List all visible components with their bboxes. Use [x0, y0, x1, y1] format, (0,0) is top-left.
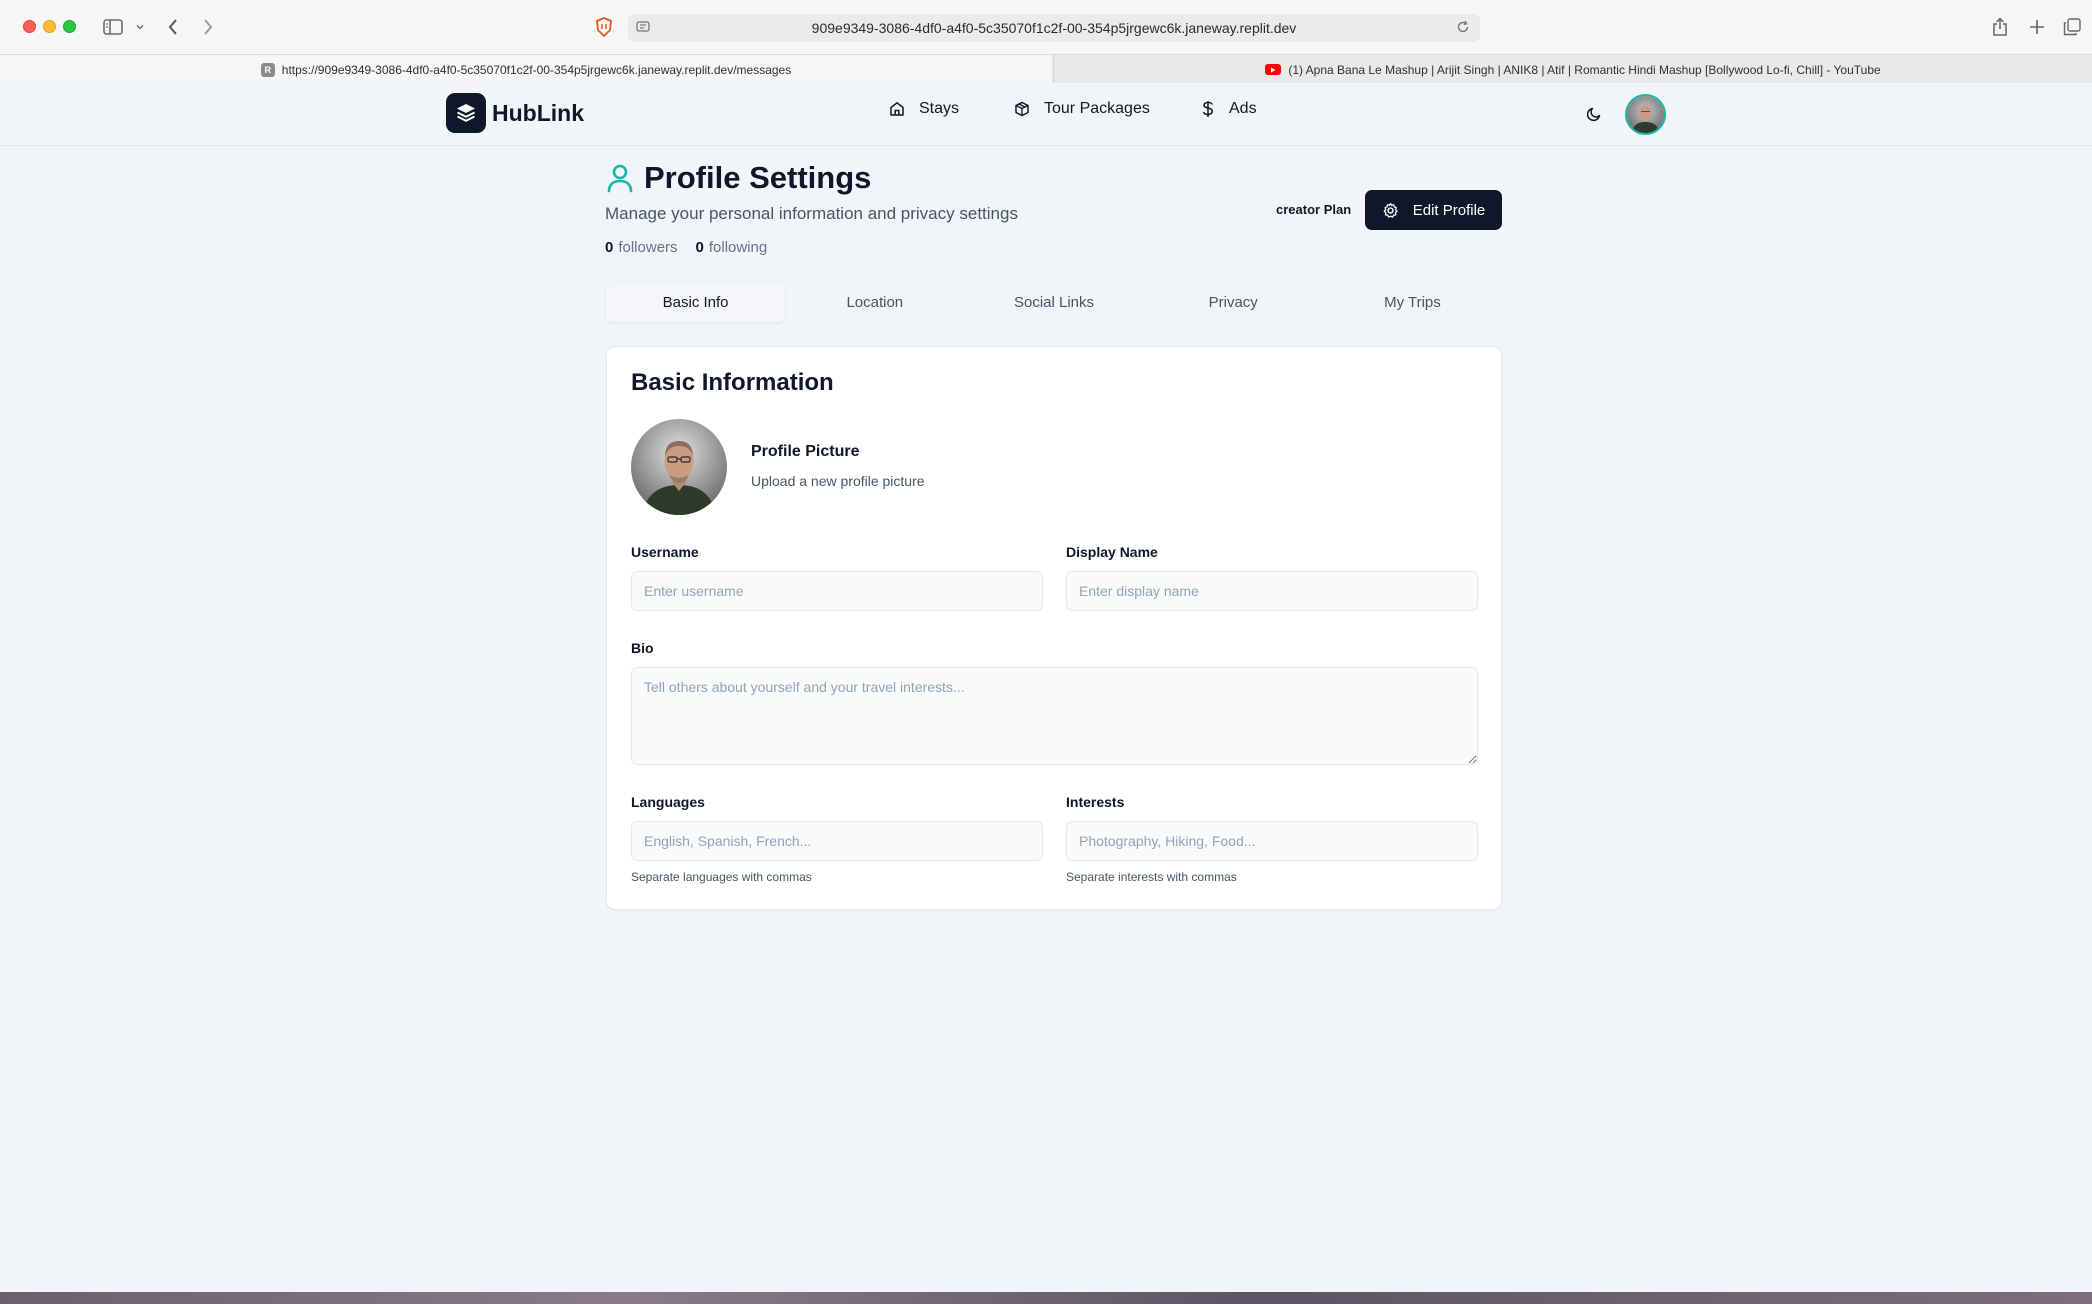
tab-label: (1) Apna Bana Le Mashup | Arijit Singh |… — [1288, 62, 1881, 77]
site-settings-icon[interactable] — [636, 20, 652, 37]
profile-picture[interactable] — [631, 419, 727, 515]
youtube-icon — [1265, 64, 1282, 75]
tab-privacy[interactable]: Privacy — [1144, 282, 1323, 322]
edit-profile-button[interactable]: Edit Profile — [1365, 190, 1502, 230]
profile-picture-subtitle: Upload a new profile picture — [751, 473, 925, 489]
replit-favicon: R — [260, 62, 275, 77]
package-icon — [1015, 101, 1029, 117]
minimize-window-button[interactable] — [43, 20, 56, 33]
browser-tab-strip: R https://909e9349-3086-4df0-a4f0-5c3507… — [0, 54, 2092, 84]
followers-label: followers — [618, 239, 678, 256]
theme-toggle-button[interactable] — [1582, 102, 1606, 126]
tab-location[interactable]: Location — [785, 282, 964, 322]
share-icon[interactable] — [1989, 14, 2011, 40]
nav-stays[interactable]: Stays — [889, 100, 959, 118]
maximize-window-button[interactable] — [63, 20, 76, 33]
layers-icon — [446, 93, 486, 133]
nav-label: Tour Packages — [1044, 100, 1150, 117]
languages-hint: Separate languages with commas — [631, 870, 812, 884]
interests-label: Interests — [1066, 794, 1125, 810]
address-bar[interactable]: 909e9349-3086-4df0-a4f0-5c35070f1c2f-00-… — [628, 14, 1480, 42]
brave-shield-icon[interactable] — [592, 14, 616, 40]
plan-badge: creator Plan — [1276, 202, 1352, 217]
dollar-icon — [1203, 101, 1213, 117]
tab-basic-info[interactable]: Basic Info — [606, 282, 786, 322]
interests-hint: Separate interests with commas — [1066, 870, 1237, 884]
page-subtitle: Manage your personal information and pri… — [605, 204, 1018, 223]
back-arrow-icon[interactable] — [163, 14, 183, 40]
browser-chrome: 909e9349-3086-4df0-a4f0-5c35070f1c2f-00-… — [0, 0, 2092, 84]
bio-textarea[interactable] — [631, 667, 1478, 765]
display-name-label: Display Name — [1066, 544, 1158, 560]
languages-input[interactable] — [631, 821, 1043, 861]
page-title: Profile Settings — [644, 160, 872, 195]
home-icon — [890, 102, 904, 116]
browser-toolbar: 909e9349-3086-4df0-a4f0-5c35070f1c2f-00-… — [0, 0, 2092, 54]
nav-label: Ads — [1229, 100, 1257, 117]
followers-count: 0 — [605, 239, 614, 256]
chevron-down-icon[interactable] — [133, 14, 147, 40]
basic-info-card: Basic Information Profile Picture Upload… — [606, 346, 1502, 910]
following-count: 0 — [695, 239, 704, 256]
interests-input[interactable] — [1066, 821, 1478, 861]
desktop-background-strip — [0, 1292, 2092, 1304]
following-label: following — [708, 239, 768, 256]
user-avatar[interactable] — [1625, 94, 1666, 135]
reload-icon[interactable] — [1456, 20, 1470, 37]
address-text: 909e9349-3086-4df0-a4f0-5c35070f1c2f-00-… — [811, 20, 1297, 36]
username-label: Username — [631, 544, 699, 560]
gear-icon — [1383, 202, 1398, 218]
follow-stats: 0 followers 0 following — [605, 239, 767, 256]
new-tab-plus-icon[interactable] — [2026, 14, 2048, 40]
tab-my-trips[interactable]: My Trips — [1323, 282, 1502, 322]
followers-stat[interactable]: 0 followers — [605, 239, 678, 256]
nav-ads[interactable]: Ads — [1201, 100, 1257, 118]
page-title-row: Profile Settings — [606, 160, 871, 196]
tab-social-links[interactable]: Social Links — [964, 282, 1143, 322]
browser-tab-youtube[interactable]: (1) Apna Bana Le Mashup | Arijit Singh |… — [1053, 55, 2092, 84]
user-icon — [607, 164, 633, 193]
languages-label: Languages — [631, 794, 705, 810]
brand-logo[interactable]: HubLink — [446, 93, 584, 133]
nav-label: Stays — [919, 100, 960, 117]
card-title: Basic Information — [631, 369, 834, 396]
following-stat[interactable]: 0 following — [696, 239, 768, 256]
edit-profile-label: Edit Profile — [1412, 201, 1486, 219]
profile-picture-title: Profile Picture — [751, 443, 860, 460]
close-window-button[interactable] — [23, 20, 36, 33]
display-name-input[interactable] — [1066, 571, 1478, 611]
brand-name: HubLink — [492, 99, 584, 126]
profile-tabs: Basic Info Location Social Links Privacy… — [606, 282, 1502, 322]
tab-overview-icon[interactable] — [2061, 14, 2083, 40]
moon-icon — [1586, 107, 1601, 122]
forward-arrow-icon[interactable] — [198, 14, 218, 40]
app-header: HubLink Stays Tour Packages Ads — [0, 83, 2092, 146]
username-input[interactable] — [631, 571, 1043, 611]
bio-label: Bio — [631, 640, 654, 656]
sidebar-toggle-icon[interactable] — [100, 14, 126, 40]
nav-tour-packages[interactable]: Tour Packages — [1014, 100, 1150, 118]
tab-label: https://909e9349-3086-4df0-a4f0-5c35070f… — [281, 62, 792, 77]
browser-tab-hublink[interactable]: R https://909e9349-3086-4df0-a4f0-5c3507… — [0, 55, 1052, 84]
